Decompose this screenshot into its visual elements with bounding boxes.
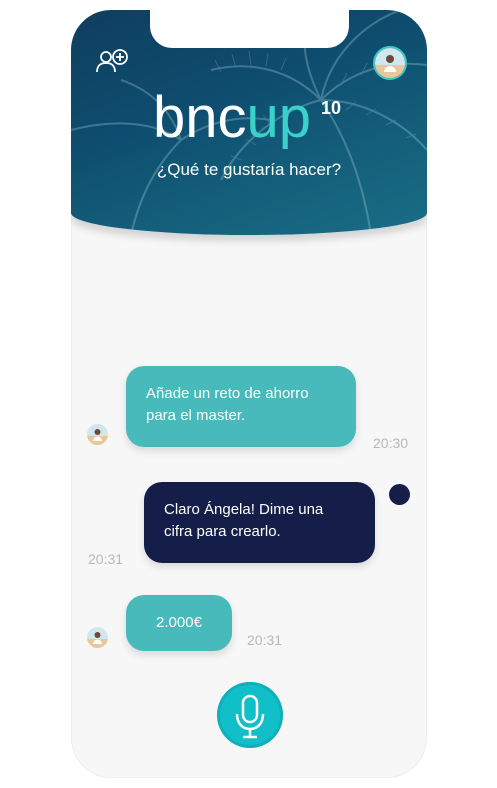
message-text: para el master. xyxy=(146,407,246,424)
message-text: Claro Ángela! Dime una xyxy=(164,501,324,518)
user-avatar xyxy=(87,424,108,445)
message-text: 2.000€ xyxy=(156,614,202,631)
app-header: bncup 10 ¿Qué te gustaría hacer? xyxy=(71,10,427,235)
logo-main: bnc xyxy=(153,85,247,150)
add-user-icon[interactable] xyxy=(96,48,130,74)
phone-screen: bncup 10 ¿Qué te gustaría hacer? Añade u… xyxy=(71,10,427,778)
bot-avatar xyxy=(389,484,410,505)
user-message-bubble: Añade un reto de ahorro para el master. xyxy=(126,366,356,447)
avatar-photo xyxy=(375,48,405,78)
microphone-icon xyxy=(235,694,265,739)
profile-avatar[interactable] xyxy=(373,46,407,80)
bot-message-bubble: Claro Ángela! Dime una cifra para crearl… xyxy=(144,482,375,563)
message-time: 20:30 xyxy=(373,435,409,451)
microphone-button[interactable] xyxy=(217,682,283,748)
phone-notch xyxy=(150,10,349,48)
app-logo: bncup xyxy=(153,88,311,148)
message-text: cifra para crearlo. xyxy=(164,523,281,540)
message-time: 20:31 xyxy=(88,551,124,567)
user-avatar xyxy=(87,627,108,648)
logo-accent: up xyxy=(246,85,312,150)
prompt-title: ¿Qué te gustaría hacer? xyxy=(156,160,342,179)
logo-superscript: 10 xyxy=(321,98,342,118)
message-time: 20:31 xyxy=(247,632,283,648)
message-text: Añade un reto de ahorro xyxy=(146,385,309,402)
user-message-bubble: 2.000€ xyxy=(126,595,232,651)
